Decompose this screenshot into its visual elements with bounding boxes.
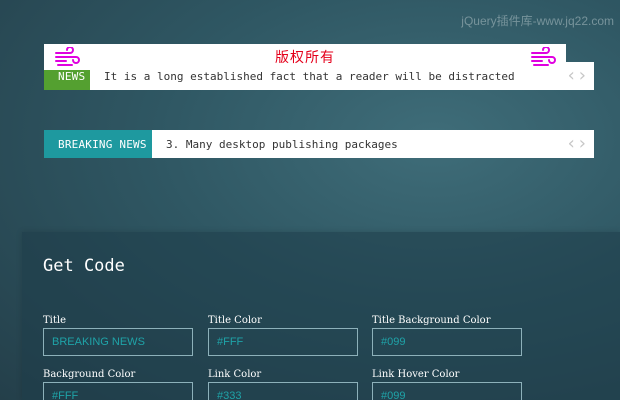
ticker-link[interactable]: 3. Many desktop publishing packages [152, 138, 568, 151]
ticker-nav: ‹ › [568, 135, 594, 153]
ticker-title: BREAKING NEWS [44, 130, 152, 158]
title-color-input[interactable]: #FFF [208, 328, 358, 356]
panel-title: Get Code [43, 256, 125, 276]
watermark: jQuery插件库-www.jq22.com [461, 14, 614, 28]
field-label: Link Color [208, 369, 262, 380]
link-hover-color-field: Link Hover Color #099 [372, 369, 522, 400]
title-input[interactable]: BREAKING NEWS [43, 328, 193, 356]
field-label: Title Color [208, 315, 262, 326]
copyright-banner: 版权所有 [44, 44, 566, 70]
title-bg-color-input[interactable]: #099 [372, 328, 522, 356]
chevron-left-icon[interactable]: ‹ [568, 67, 575, 85]
link-color-input[interactable]: #333 [208, 382, 358, 400]
link-color-field: Link Color #333 [208, 369, 358, 400]
copyright-label: 版权所有 [275, 50, 335, 66]
field-label: Link Hover Color [372, 369, 460, 380]
title-bg-color-field: Title Background Color #099 [372, 315, 522, 356]
get-code-panel: Get Code Title BREAKING NEWS Title Color… [22, 232, 620, 400]
title-color-field: Title Color #FFF [208, 315, 358, 356]
background-color-field: Background Color #FFF [43, 369, 193, 400]
breaking-news-ticker: BREAKING NEWS 3. Many desktop publishing… [44, 130, 594, 158]
title-field: Title BREAKING NEWS [43, 315, 193, 356]
chevron-left-icon[interactable]: ‹ [568, 135, 575, 153]
field-label: Title [43, 315, 67, 326]
chevron-right-icon[interactable]: › [579, 135, 586, 153]
chevron-right-icon[interactable]: › [579, 67, 586, 85]
wind-icon [55, 47, 80, 66]
ticker-link[interactable]: It is a long established fact that a rea… [90, 70, 568, 83]
link-hover-color-input[interactable]: #099 [372, 382, 522, 400]
wind-icon [531, 47, 556, 66]
ticker-nav: ‹ › [568, 67, 594, 85]
field-label: Title Background Color [372, 315, 491, 326]
background-color-input[interactable]: #FFF [43, 382, 193, 400]
field-label: Background Color [43, 369, 136, 380]
